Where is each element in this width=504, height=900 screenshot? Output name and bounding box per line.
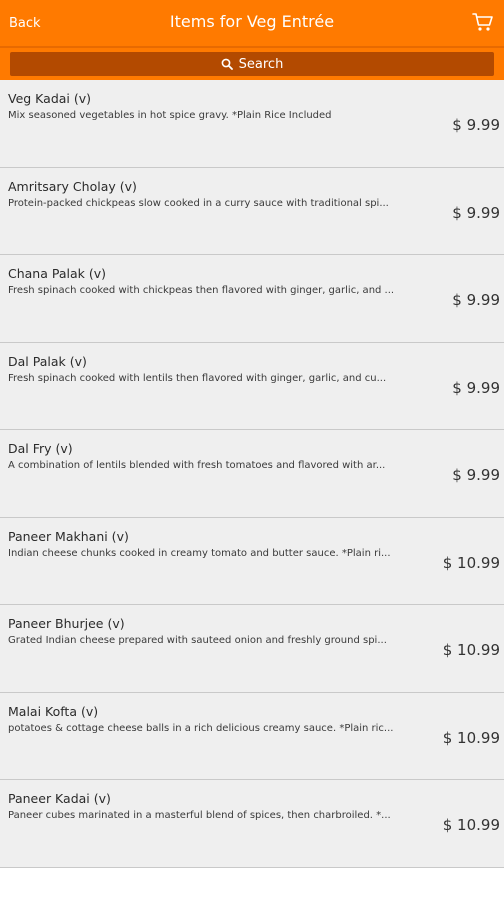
- item-name: Chana Palak (v): [8, 266, 106, 281]
- list-item[interactable]: Veg Kadai (v) Mix seasoned vegetables in…: [0, 80, 504, 168]
- item-description: Indian cheese chunks cooked in creamy to…: [8, 547, 391, 559]
- item-price: $ 9.99: [452, 203, 500, 222]
- item-description: A combination of lentils blended with fr…: [8, 460, 386, 471]
- item-description: Grated Indian cheese prepared with saute…: [8, 635, 387, 646]
- item-price: $ 10.99: [442, 728, 500, 747]
- item-description: potatoes & cottage cheese balls in a ric…: [8, 722, 394, 734]
- page-title: Items for Veg Entrée: [169, 12, 335, 31]
- cart-icon[interactable]: [472, 12, 494, 32]
- list-item[interactable]: Amritsary Cholay (v) Protein-packed chic…: [0, 167, 504, 255]
- search-label: Search: [238, 56, 284, 72]
- list-item[interactable]: Malai Kofta (v) potatoes & cottage chees…: [0, 692, 504, 780]
- item-description: Paneer cubes marinated in a masterful bl…: [8, 810, 391, 821]
- item-name: Amritsary Cholay (v): [8, 178, 137, 194]
- item-description: Fresh spinach cooked with chickpeas then…: [8, 285, 395, 296]
- list-item[interactable]: Chana Palak (v) Fresh spinach cooked wit…: [0, 255, 504, 343]
- list-item[interactable]: Paneer Kadai (v) Paneer cubes marinated …: [0, 780, 504, 868]
- menu-item-list: Veg Kadai (v) Mix seasoned vegetables in…: [0, 80, 504, 868]
- item-name: Dal Palak (v): [8, 353, 87, 369]
- list-item[interactable]: Paneer Makhani (v) Indian cheese chunks …: [0, 517, 504, 605]
- item-description: Protein-packed chickpeas slow cooked in …: [8, 197, 389, 209]
- item-description: Fresh spinach cooked with lentils then f…: [8, 372, 387, 384]
- item-name: Veg Kadai (v): [8, 91, 92, 106]
- item-price: $ 10.99: [442, 641, 500, 659]
- app-header: Back Items for Veg Entrée: [0, 0, 504, 46]
- item-name: Paneer Makhani (v): [8, 528, 129, 544]
- item-price: $ 10.99: [442, 553, 500, 572]
- item-price: $ 9.99: [452, 291, 500, 309]
- search-bar: Search: [0, 46, 504, 80]
- list-item[interactable]: Dal Palak (v) Fresh spinach cooked with …: [0, 342, 504, 430]
- back-button[interactable]: Back: [9, 16, 41, 31]
- item-name: Malai Kofta (v): [8, 703, 99, 719]
- item-price: $ 10.99: [442, 816, 500, 834]
- item-name: Paneer Kadai (v): [8, 791, 111, 806]
- bottom-space: [0, 868, 504, 900]
- search-button[interactable]: Search: [10, 52, 494, 76]
- item-description: Mix seasoned vegetables in hot spice gra…: [8, 110, 332, 121]
- item-price: $ 9.99: [452, 116, 500, 134]
- item-price: $ 9.99: [452, 466, 500, 484]
- list-item[interactable]: Paneer Bhurjee (v) Grated Indian cheese …: [0, 605, 504, 693]
- search-icon: [221, 58, 233, 70]
- list-item[interactable]: Dal Fry (v) A combination of lentils ble…: [0, 430, 504, 518]
- item-price: $ 9.99: [452, 378, 500, 397]
- item-name: Paneer Bhurjee (v): [8, 616, 125, 631]
- item-name: Dal Fry (v): [8, 441, 73, 456]
